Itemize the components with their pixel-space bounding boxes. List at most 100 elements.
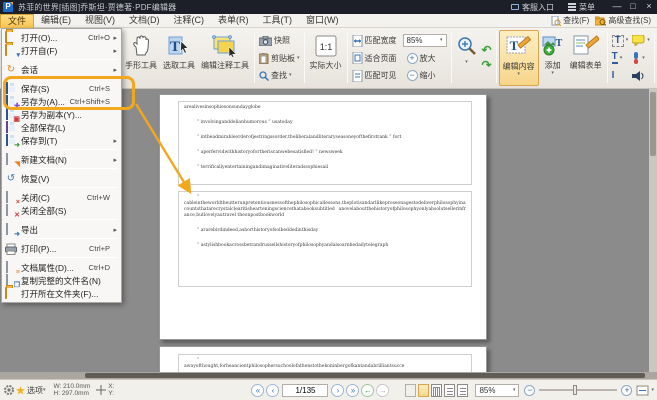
sound-icon[interactable] xyxy=(632,71,644,81)
fit-visible-button[interactable] xyxy=(352,70,363,82)
next-page-button[interactable]: › xyxy=(331,384,344,397)
file-menu-item-session[interactable]: ↻ 会话 ▸ xyxy=(2,63,121,76)
previous-page-button[interactable]: ‹ xyxy=(266,384,279,397)
page-number-input[interactable] xyxy=(282,384,328,397)
menu-toggle-button[interactable]: 菜单 xyxy=(568,2,595,13)
status-zoom-out-button[interactable]: − xyxy=(524,385,535,396)
horizontal-scrollbar[interactable] xyxy=(0,372,657,379)
fit-width-button[interactable] xyxy=(352,35,363,47)
hand-icon xyxy=(131,32,151,60)
zoom-out-button[interactable]: − xyxy=(407,70,418,81)
file-menu-item-save[interactable]: 保存(S) Ctrl+S xyxy=(2,82,121,95)
file-menu-item-open-containing-folder[interactable]: 打开所在文件夹(F)... xyxy=(2,287,121,300)
first-page-button[interactable]: « xyxy=(251,384,264,397)
vertical-scrollbar[interactable] xyxy=(649,89,657,372)
view-mode-continuous-facing-icon[interactable] xyxy=(457,384,468,397)
app-logo-icon: P xyxy=(3,2,13,12)
file-menu-item-copy-full-filename[interactable]: ❐ 复制完整的文件名(N) xyxy=(2,274,121,287)
status-zoom-in-button[interactable]: + xyxy=(621,385,632,396)
advanced-find-button[interactable]: 高级查找(S) xyxy=(595,15,651,26)
last-page-button[interactable]: » xyxy=(346,384,359,397)
fit-visible-icon xyxy=(352,70,363,82)
menu-window[interactable]: 窗口(W) xyxy=(299,14,346,27)
find-button[interactable]: 查找(F) xyxy=(551,15,589,26)
zoom-in-button[interactable]: + xyxy=(407,53,418,64)
text-block-reviews[interactable]: arealivesinsophiesonsundayglobe “ involv… xyxy=(178,101,472,185)
fit-visible-label[interactable]: 匹配可见 xyxy=(365,70,397,81)
zoom-slider[interactable] xyxy=(539,389,617,391)
maximize-button[interactable]: □ xyxy=(625,0,641,14)
fit-page-button[interactable] xyxy=(352,52,363,64)
options-button[interactable]: 选项 xyxy=(27,385,43,396)
typewriter-icon[interactable]: T xyxy=(612,35,624,47)
previous-view-button[interactable]: ← xyxy=(361,384,374,397)
view-mode-blank-icon[interactable] xyxy=(405,384,416,397)
select-tool-button[interactable]: T 选取工具 xyxy=(160,30,198,86)
close-button[interactable]: × xyxy=(641,0,657,14)
file-menu-item-open[interactable]: 打开(O)... Ctrl+O ▸ xyxy=(2,31,121,44)
fit-window-icon[interactable] xyxy=(636,385,649,396)
menu-document[interactable]: 文档(D) xyxy=(122,14,167,27)
add-content-button[interactable]: T 添加 ▾ xyxy=(539,30,567,86)
edit-annotation-tool-button[interactable]: 编辑注释工具 xyxy=(198,30,252,86)
snapshot-button[interactable]: 快照 xyxy=(259,32,300,49)
text-cursor-icon[interactable]: I xyxy=(612,71,615,81)
file-menu-item-new-document[interactable]: ◥ 新建文档(N) ▸ xyxy=(2,153,121,166)
magnifier-tool-button[interactable]: ▾ xyxy=(454,30,480,86)
fit-width-label[interactable]: 匹配宽度 xyxy=(365,35,397,46)
actual-size-button[interactable]: 1:1 实际大小 xyxy=(307,30,345,86)
minimize-button[interactable]: — xyxy=(609,0,625,14)
view-mode-single-page-icon[interactable] xyxy=(418,384,429,397)
service-entry-button[interactable]: 客服入口 xyxy=(511,2,554,13)
next-view-button[interactable]: → xyxy=(376,384,389,397)
vertical-scroll-thumb[interactable] xyxy=(650,92,656,156)
zoom-level-select[interactable]: 85% ▾ xyxy=(403,34,447,47)
file-menu-item-document-properties[interactable]: ≡ 文档属性(D)... Ctrl+D xyxy=(2,261,121,274)
note-bubble-icon[interactable] xyxy=(632,35,645,46)
zoom-in-label[interactable]: 放大 xyxy=(420,53,436,64)
edit-form-icon xyxy=(573,32,599,60)
fit-page-label[interactable]: 适合页面 xyxy=(365,53,397,64)
file-menu-item-save-as-copy[interactable]: ▣ 另存为副本(Y)... xyxy=(2,108,121,121)
view-mode-facing-icon[interactable] xyxy=(431,384,442,397)
file-menu-item-export[interactable]: ➜ 导出 ▸ xyxy=(2,223,121,236)
service-bubble-icon xyxy=(511,4,519,10)
menu-tools[interactable]: 工具(T) xyxy=(256,14,300,27)
text-underline-icon[interactable]: T xyxy=(612,52,618,64)
menu-form[interactable]: 表单(R) xyxy=(211,14,256,27)
edit-content-button[interactable]: T 编辑内容 ▾ xyxy=(499,30,539,86)
file-menu-item-save-to[interactable]: ➜ 保存到(T) ▸ xyxy=(2,134,121,147)
clipboard-button[interactable]: 剪贴板 ▾ xyxy=(259,50,300,67)
zoom-out-label[interactable]: 缩小 xyxy=(420,70,436,81)
file-menu-item-open-from[interactable]: ▾ 打开自(F) ▸ xyxy=(2,44,121,57)
file-menu-item-print[interactable]: 打印(P)... Ctrl+P xyxy=(2,242,121,255)
gear-icon[interactable] xyxy=(3,384,15,396)
file-menu-item-save-as[interactable]: ✚ 另存为(A)... Ctrl+Shift+S xyxy=(2,95,121,108)
clipboard-icon xyxy=(259,53,269,64)
hand-tool-button[interactable]: 手形工具 xyxy=(122,30,160,86)
file-menu-item-close-all[interactable]: ✕ 关闭全部(S) xyxy=(2,204,121,217)
select-text-icon: T xyxy=(168,32,190,60)
text-block-description[interactable]: ” cableintheworldtheutterunpretentiousne… xyxy=(178,191,472,287)
status-zoom-select[interactable]: 85% ▾ xyxy=(475,384,519,397)
close-document-icon: × xyxy=(5,192,17,204)
doc-quote: “ terrificallyentertainingandimaginative… xyxy=(197,165,466,171)
redo-icon[interactable]: ↷ xyxy=(482,60,492,71)
undo-icon[interactable]: ↶ xyxy=(482,45,492,56)
edit-form-button[interactable]: 编辑表单 xyxy=(567,30,605,86)
highlighter-icon[interactable] xyxy=(632,52,640,64)
menu-file[interactable]: 文件 xyxy=(0,14,34,28)
pdf-page-1[interactable]: arealivesinsophiesonsundayglobe “ involv… xyxy=(159,94,487,340)
file-menu-item-save-all[interactable]: 全部保存(L) xyxy=(2,121,121,134)
menu-view[interactable]: 视图(V) xyxy=(78,14,122,27)
find-tool-button[interactable]: 查找 ▾ xyxy=(259,67,300,84)
horizontal-scroll-thumb[interactable] xyxy=(85,373,645,378)
zoom-slider-thumb[interactable] xyxy=(573,385,577,395)
edit-annot-icon xyxy=(212,32,238,60)
file-menu-item-revert[interactable]: ↺ 恢复(V) xyxy=(2,172,121,185)
file-menu-item-close[interactable]: × 关闭(C) Ctrl+W xyxy=(2,191,121,204)
view-mode-continuous-icon[interactable] xyxy=(444,384,455,397)
menu-edit[interactable]: 编辑(E) xyxy=(34,14,78,27)
menu-comment[interactable]: 注释(C) xyxy=(167,14,212,27)
doc-heading: arealivesinsophiesonsundayglobe xyxy=(184,105,466,111)
